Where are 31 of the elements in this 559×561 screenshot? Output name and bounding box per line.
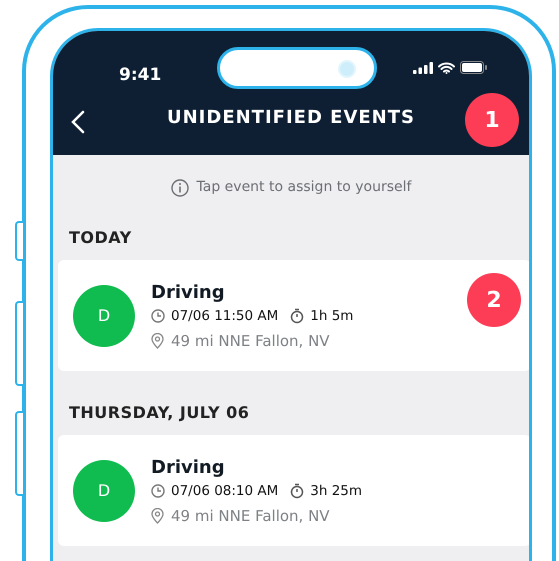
battery-icon [460, 61, 487, 74]
section-heading: TODAY [68, 227, 133, 249]
avatar: D [73, 284, 135, 346]
event-card[interactable]: D Driving 07/06 08:10 AM 3h 25m 49 mi NNE Fallon, NV [58, 435, 529, 546]
screen-title: UNIDENTIFIED EVENTS [167, 107, 415, 128]
clock-icon [151, 308, 165, 323]
event-card[interactable]: D Driving 07/06 11:50 AM 1h 5m 49 mi NNE Fallon, NV 2 [58, 260, 529, 371]
event-title: Driving [151, 456, 226, 480]
signal-icon [413, 62, 433, 74]
location-pin-icon [151, 333, 164, 350]
stopwatch-icon [290, 308, 304, 324]
number-badge: 1 [465, 93, 519, 147]
hint-text: Tap event to assign to yourself [196, 178, 412, 197]
avatar: D [73, 460, 135, 522]
status-time: 9:41 [119, 64, 162, 87]
clock-icon [151, 484, 165, 498]
event-time: 07/06 08:10 AM [171, 482, 278, 501]
event-location: 49 mi NNE Fallon, NV [171, 506, 330, 527]
event-duration: 3h 25m [310, 482, 362, 501]
event-time: 07/06 11:50 AM [171, 306, 278, 326]
stopwatch-icon [290, 482, 304, 499]
wifi-icon [438, 62, 455, 74]
number-badge: 2 [467, 273, 521, 327]
section-heading: THURSDAY, JULY 06 [68, 402, 250, 424]
location-pin-icon [151, 508, 164, 524]
event-duration: 1h 5m [310, 306, 354, 326]
camera-icon [338, 60, 356, 78]
event-title: Driving [151, 280, 226, 305]
info-icon [170, 178, 189, 196]
event-location: 49 mi NNE Fallon, NV [171, 330, 330, 352]
back-icon[interactable] [71, 110, 85, 134]
